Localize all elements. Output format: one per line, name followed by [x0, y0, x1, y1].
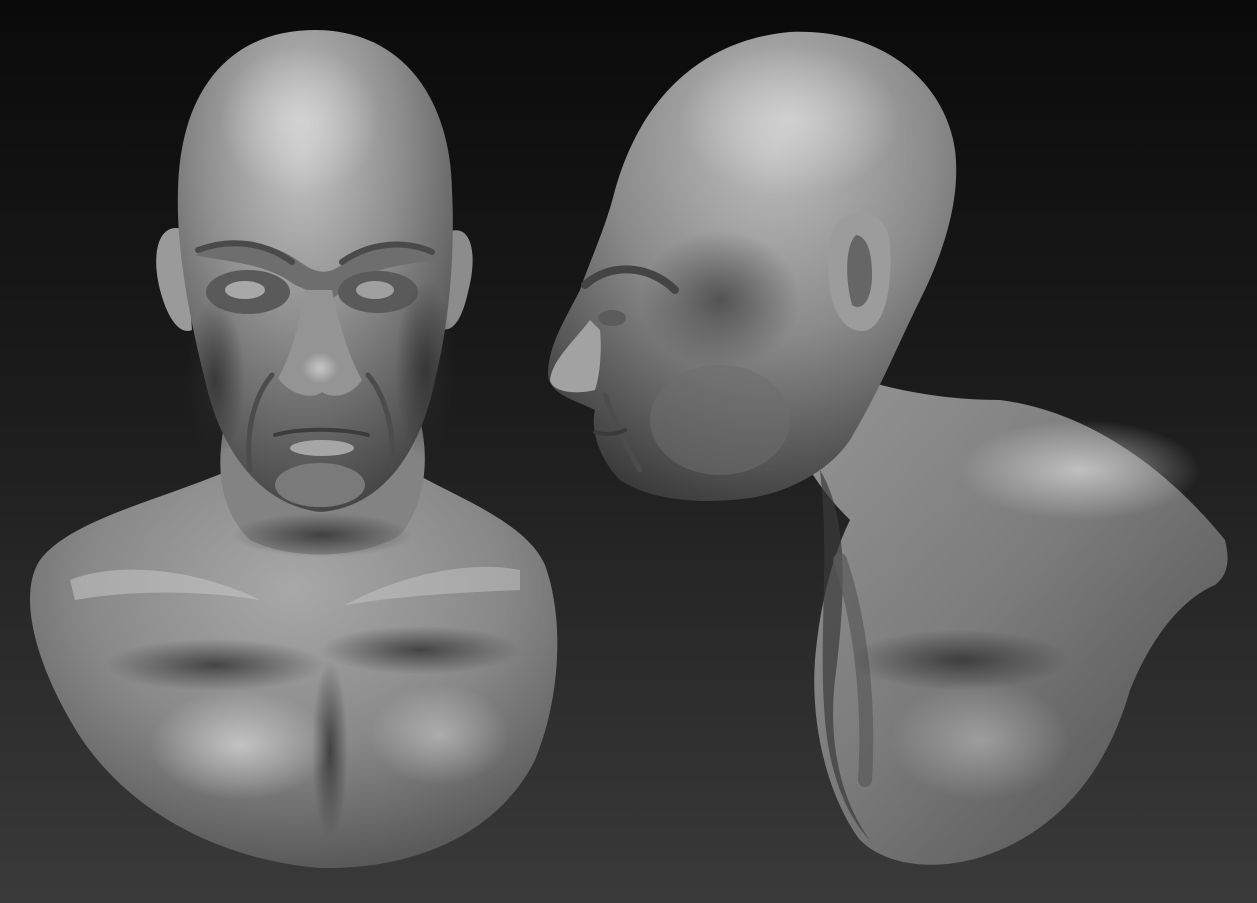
front-left-eye — [225, 281, 265, 299]
side-bust — [548, 31, 1228, 865]
front-neck-shadow — [232, 513, 412, 557]
front-left-pec-shadow — [105, 639, 325, 691]
front-left-cheek-shadow — [185, 300, 245, 460]
front-right-pec-shadow — [320, 626, 520, 674]
side-pec-shadow — [850, 630, 1070, 690]
front-nose-tip-highlight — [302, 352, 338, 384]
front-forehead-highlight — [220, 45, 380, 195]
front-chest-highlight — [150, 690, 330, 800]
side-chest-highlight — [890, 680, 1070, 800]
side-cranium-highlight — [680, 45, 900, 195]
front-chin — [275, 463, 365, 507]
sculpt-viewport — [0, 0, 1257, 903]
side-trapezius-highlight — [960, 420, 1200, 520]
front-lower-lip — [290, 440, 354, 456]
front-chest-highlight-2 — [370, 685, 510, 785]
front-right-eye — [356, 281, 394, 299]
side-jaw-texture — [650, 365, 790, 475]
side-temple-shadow — [640, 230, 800, 370]
front-right-cheek-shadow — [395, 280, 455, 460]
side-eye — [598, 310, 626, 326]
sculpt-render — [30, 30, 1228, 869]
front-bust — [30, 30, 558, 869]
